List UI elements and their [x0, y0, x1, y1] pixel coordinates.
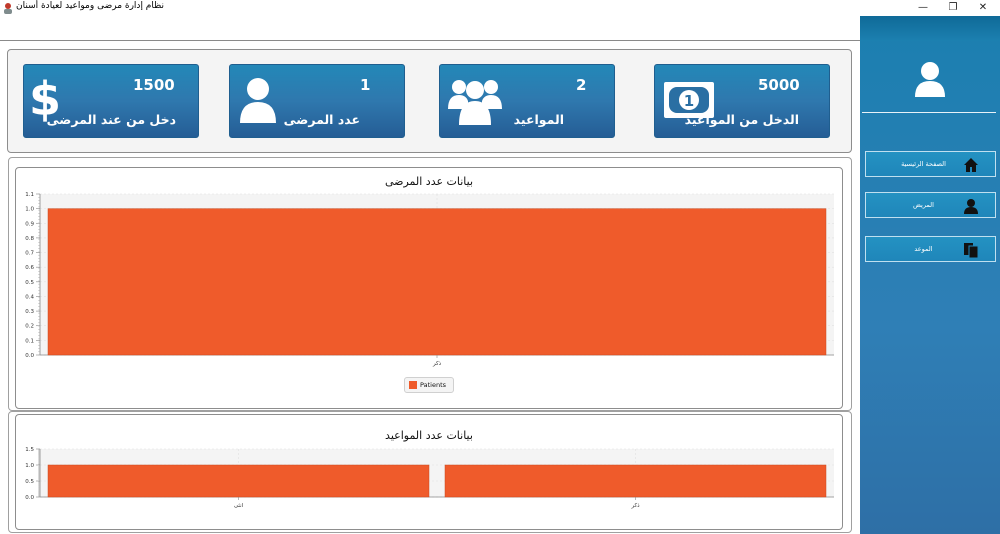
sidebar-item-patient[interactable]: المريض	[865, 192, 996, 218]
restore-button[interactable]: ❐	[937, 0, 969, 16]
svg-text:1: 1	[684, 92, 694, 110]
y-tick-label: 0.5	[25, 280, 34, 286]
y-tick-label: 0.7	[25, 251, 34, 257]
card-value: 5000	[758, 76, 800, 94]
card-value: 2	[576, 76, 587, 94]
app-icon	[4, 3, 12, 14]
y-tick-label: 1.1	[25, 192, 34, 198]
user-avatar-icon	[915, 62, 945, 97]
bar	[47, 464, 430, 498]
appointments-chart: 0.0 0.5 1.0 1.5 انثى ذكر	[25, 447, 834, 509]
patients-chart: 0.0 0.1 0.2 0.3 0.4 0.5 0.6 0.7 0.8 0.9 1.0 1.1 ذكر	[25, 192, 834, 367]
card-appointments: 2 المواعيد	[439, 64, 615, 138]
window-titlebar: نظام إدارة مرضى ومواعيد لعيادة أسنان — ❐…	[0, 0, 1000, 16]
card-label: المواعيد	[513, 112, 564, 127]
chart-legend: Patients	[404, 377, 454, 393]
close-button[interactable]: ✕	[967, 0, 999, 16]
sidebar-item-label: المريض	[913, 201, 934, 209]
stats-panel: $ 1500 دخل من عند المرضى 1 عدد المرضى 2 …	[7, 49, 852, 153]
card-value: 1500	[133, 76, 175, 94]
y-tick-label: 0.9	[25, 221, 34, 227]
sidebar: الصفحة الرئيسية المريض الموعد	[860, 16, 1000, 534]
card-appointment-income: 1 5000 الدخل من المواعيد	[654, 64, 830, 138]
card-label: الدخل من المواعيد	[684, 112, 799, 127]
minimize-button[interactable]: —	[907, 0, 939, 16]
window-title: نظام إدارة مرضى ومواعيد لعيادة أسنان	[16, 1, 165, 11]
sidebar-item-label: الموعد	[914, 245, 933, 253]
card-label: دخل من عند المرضى	[46, 112, 176, 127]
y-tick-label: 1.0	[25, 463, 34, 469]
x-tick-label: ذكر	[432, 360, 442, 367]
card-value: 1	[360, 76, 371, 94]
y-tick-label: 0.1	[25, 338, 34, 344]
group-icon	[448, 80, 502, 125]
y-tick-label: 0.4	[25, 294, 34, 300]
y-tick-label: 0.8	[25, 236, 34, 242]
sidebar-item-appointment[interactable]: الموعد	[865, 236, 996, 262]
card-patient-count: 1 عدد المرضى	[229, 64, 405, 138]
y-tick-label: 0.2	[25, 324, 34, 330]
x-tick-label: ذكر	[630, 502, 640, 509]
y-tick-label: 0.6	[25, 265, 34, 271]
legend-swatch	[409, 381, 417, 389]
y-tick-label: 0.3	[25, 309, 34, 315]
y-tick-label: 0.5	[25, 479, 34, 485]
sidebar-divider	[862, 112, 996, 113]
appointments-chart-panel: بيانات عدد المواعيد 0.0 0.5 1.0 1.5 انثى ذكر	[15, 414, 843, 530]
patients-chart-panel: بيانات عدد المرضى 0.0 0.1 0.2 0.3 0.4 0.5 0.6 0…	[15, 167, 843, 409]
home-icon	[964, 158, 978, 172]
top-bar	[0, 16, 860, 41]
y-tick-label: 1.0	[25, 207, 34, 213]
sidebar-item-label: الصفحة الرئيسية	[901, 160, 946, 168]
document-icon	[964, 243, 979, 258]
sidebar-item-home[interactable]: الصفحة الرئيسية	[865, 151, 996, 177]
user-icon	[964, 199, 978, 214]
user-icon	[240, 78, 276, 123]
sidebar-header	[860, 16, 1000, 41]
legend-label: Patients	[420, 381, 447, 389]
y-tick-label: 1.5	[25, 447, 34, 453]
x-tick-label: انثى	[234, 503, 244, 509]
y-tick-label: 0.0	[25, 495, 34, 501]
card-patient-income: $ 1500 دخل من عند المرضى	[23, 64, 199, 138]
bar	[444, 464, 827, 498]
bar	[47, 208, 827, 356]
card-label: عدد المرضى	[283, 112, 360, 127]
y-tick-label: 0.0	[25, 353, 34, 359]
